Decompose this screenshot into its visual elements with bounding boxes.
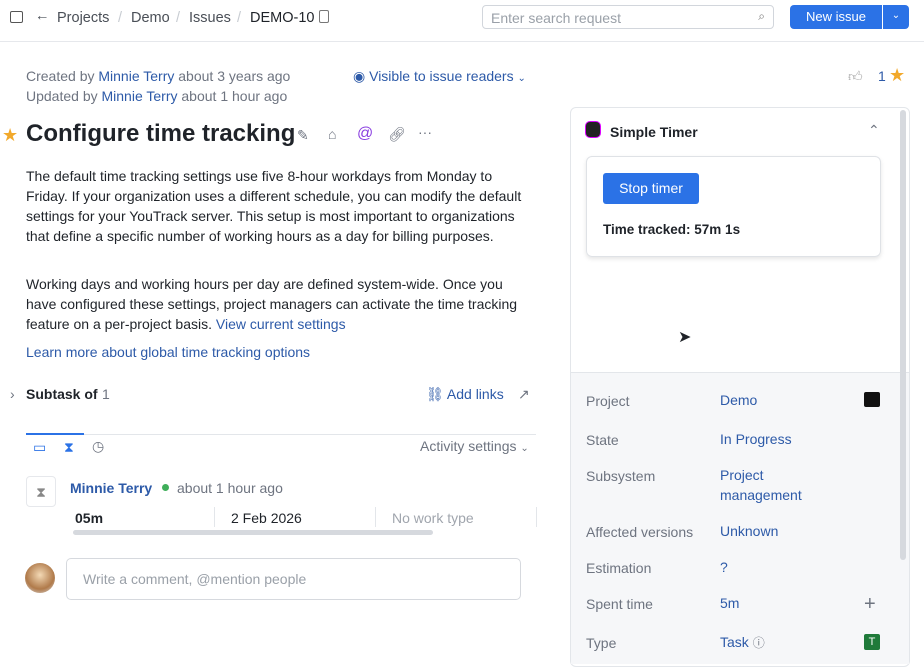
field-label-type: Type (586, 635, 617, 651)
open-external-icon[interactable]: ↗ (518, 386, 530, 403)
link-icon[interactable]: 🔗︎ (388, 126, 406, 143)
new-issue-button[interactable]: New issue (790, 5, 882, 29)
breadcrumb-projects[interactable]: Projects (57, 10, 109, 26)
info-icon: ⓘ (752, 636, 765, 650)
field-label-subsystem: Subsystem (586, 468, 656, 484)
updated-label: Updated by (26, 88, 98, 104)
description-paragraph-2: Working days and working hours per day a… (26, 276, 518, 332)
fields-section (571, 372, 909, 664)
comment-input[interactable]: Write a comment, @mention people (66, 558, 521, 600)
tag-icon[interactable]: ⌂ (328, 126, 336, 142)
panel-scrollbar[interactable] (900, 110, 906, 560)
updated-time: about 1 hour ago (181, 88, 288, 104)
collapse-chevron-icon[interactable]: ⌃ (868, 122, 880, 139)
sidebar-toggle-icon[interactable] (10, 11, 23, 23)
edit-icon[interactable]: ✎ (297, 127, 309, 144)
avatar (25, 563, 55, 593)
time-tracked: Time tracked: 57m 1s (603, 222, 741, 237)
type-badge: T (864, 634, 880, 650)
horizontal-scrollbar[interactable] (73, 530, 433, 535)
search-icon: ⌕ (758, 9, 765, 23)
active-tab-indicator (26, 433, 84, 435)
field-value-state[interactable]: In Progress (720, 429, 792, 449)
created-user-link[interactable]: Minnie Terry (98, 68, 174, 84)
spiral-icon[interactable]: @ (357, 125, 373, 143)
learn-more-link[interactable]: Learn more about global time tracking op… (26, 344, 310, 360)
timer-card (586, 156, 881, 257)
activity-user-link[interactable]: Minnie Terry (70, 480, 152, 496)
add-links-button[interactable]: ⛓︎ Add links (426, 386, 504, 403)
project-logo-icon (864, 392, 880, 407)
online-status-dot (162, 484, 169, 491)
worklog-date[interactable]: 2 Feb 2026 (231, 510, 302, 526)
star-count: 1 (878, 68, 886, 84)
field-value-estimation[interactable]: ? (720, 557, 728, 577)
star-icon[interactable]: ★ (889, 65, 905, 86)
tab-history-clock-icon[interactable]: ◷ (92, 438, 104, 455)
add-time-plus-icon[interactable]: + (864, 593, 876, 616)
field-label-spent-time: Spent time (586, 596, 653, 612)
description-paragraph-1: The default time tracking settings use f… (26, 168, 522, 244)
issue-title: Configure time tracking (26, 120, 296, 147)
activity-settings-dropdown[interactable]: Activity settings ⌄ (420, 438, 529, 454)
favorite-star-icon[interactable]: ★ (2, 125, 18, 146)
breadcrumb-issues[interactable]: Issues (189, 10, 231, 26)
timer-title: Simple Timer (610, 124, 698, 140)
tab-comments-icon[interactable]: ▭ (33, 439, 46, 456)
breadcrumb-demo[interactable]: Demo (131, 10, 170, 26)
worklog-duration[interactable]: 05m (75, 510, 103, 526)
worklog-work-type[interactable]: No work type (392, 510, 474, 526)
activity-time: about 1 hour ago (177, 480, 283, 496)
field-value-spent-time[interactable]: 5m (720, 593, 739, 613)
search-input[interactable]: Enter search request ⌕ (482, 5, 774, 29)
field-value-type[interactable]: Task ⓘ (720, 632, 765, 653)
field-label-state: State (586, 432, 619, 448)
subtask-label[interactable]: Subtask of (26, 386, 98, 402)
thumbs-up-icon[interactable]: 👍︎ (848, 68, 863, 85)
field-value-project[interactable]: Demo (720, 390, 757, 410)
field-label-affected-versions: Affected versions (586, 524, 694, 540)
more-icon[interactable]: ··· (418, 124, 432, 140)
copy-icon[interactable] (319, 10, 329, 23)
back-arrow-icon[interactable]: ← (35, 8, 50, 24)
mouse-cursor-icon: ➤ (678, 329, 692, 346)
breadcrumb-issue-id: DEMO-10 (250, 10, 315, 26)
view-settings-link[interactable]: View current settings (216, 316, 346, 332)
visibility-dropdown[interactable]: ◉ Visible to issue readers ⌄ (353, 68, 526, 85)
field-value-affected-versions[interactable]: Unknown (720, 521, 778, 541)
hourglass-icon: ⧗ (26, 476, 56, 507)
subtask-count: 1 (102, 386, 110, 402)
stop-timer-button[interactable]: Stop timer (603, 173, 699, 204)
tab-worklog-hourglass-icon[interactable]: ⧗ (64, 439, 74, 456)
field-value-subsystem[interactable]: Project management (720, 465, 815, 505)
created-time: about 3 years ago (178, 68, 291, 84)
simple-timer-logo-icon (586, 122, 600, 137)
created-label: Created by (26, 68, 95, 84)
field-label-estimation: Estimation (586, 560, 652, 576)
field-label-project: Project (586, 393, 630, 409)
expand-chevron-icon[interactable]: › (10, 386, 15, 402)
new-issue-dropdown[interactable]: ⌄ (883, 5, 909, 29)
updated-user-link[interactable]: Minnie Terry (102, 88, 178, 104)
eye-icon: ◉ (353, 68, 366, 84)
